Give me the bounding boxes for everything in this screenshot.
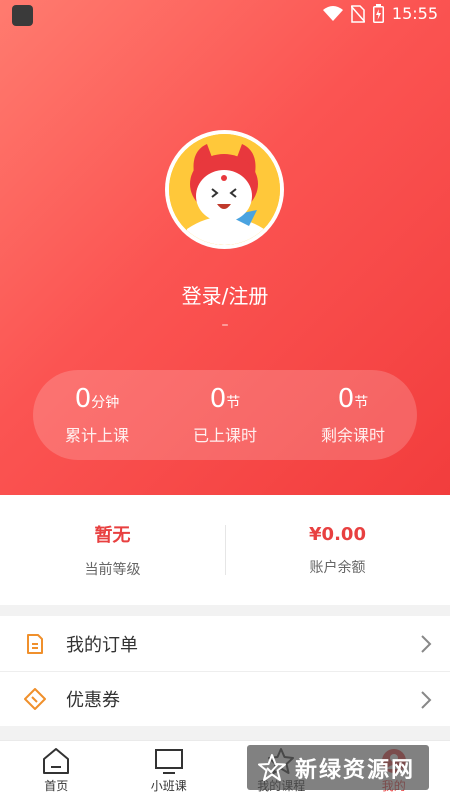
stat-label: 剩余课时 bbox=[320, 426, 385, 445]
stat-remaining-lessons: 0节 剩余课时 bbox=[293, 384, 413, 446]
status-bar: 15:55 bbox=[0, 0, 450, 32]
stat-unit: 节 bbox=[354, 395, 369, 411]
menu-item-orders[interactable]: 我的订单 bbox=[0, 616, 450, 671]
chevron-right-icon bbox=[421, 691, 432, 709]
stat-value: 0 bbox=[74, 384, 92, 414]
watermark-logo-icon bbox=[258, 753, 286, 781]
status-time: 15:55 bbox=[391, 4, 438, 23]
stat-label: 累计上课 bbox=[64, 426, 129, 445]
stat-label: 已上课时 bbox=[192, 426, 257, 445]
menu-item-label: 我的订单 bbox=[66, 634, 138, 656]
balance-value: ¥0.00 bbox=[309, 523, 366, 545]
coupon-icon bbox=[24, 688, 46, 710]
monitor-icon bbox=[154, 749, 183, 774]
tab-label: 首页 bbox=[44, 779, 69, 793]
status-icons: 15:55 bbox=[322, 4, 438, 23]
no-sim-icon bbox=[350, 4, 365, 23]
stat-total-minutes: 0分钟 累计上课 bbox=[37, 384, 157, 446]
profile-header: 15:55 登录/注册 – 0分钟 累计上课 0节 已上课时 0节 剩余课时 bbox=[0, 0, 450, 495]
chevron-right-icon bbox=[421, 635, 432, 653]
level-section[interactable]: 暂无 当前等级 bbox=[0, 521, 225, 579]
tab-home[interactable]: 首页 bbox=[0, 741, 113, 800]
avatar-image bbox=[169, 134, 280, 245]
tab-label: 小班课 bbox=[150, 779, 187, 793]
home-icon bbox=[43, 748, 70, 774]
level-label: 当前等级 bbox=[84, 562, 141, 578]
level-value: 暂无 bbox=[94, 525, 131, 546]
stat-unit: 分钟 bbox=[91, 395, 120, 411]
stat-unit: 节 bbox=[226, 395, 241, 411]
menu-item-label: 优惠券 bbox=[66, 690, 120, 711]
menu-list: 我的订单 优惠券 bbox=[0, 616, 450, 726]
stat-value: 0 bbox=[337, 384, 355, 414]
watermark: 新绿资源网 bbox=[247, 745, 429, 790]
watermark-text: 新绿资源网 bbox=[295, 757, 416, 783]
battery-charging-icon bbox=[372, 4, 384, 23]
profile-subtitle: – bbox=[221, 317, 229, 333]
menu-item-coupons[interactable]: 优惠券 bbox=[0, 671, 450, 726]
balance-section[interactable]: ¥0.00 账户余额 bbox=[225, 524, 450, 577]
wifi-icon bbox=[322, 5, 343, 21]
order-icon bbox=[27, 633, 43, 654]
tab-small-class[interactable]: 小班课 bbox=[113, 741, 226, 800]
account-summary: 暂无 当前等级 ¥0.00 账户余额 bbox=[0, 495, 450, 605]
stats-panel: 0分钟 累计上课 0节 已上课时 0节 剩余课时 bbox=[33, 370, 417, 460]
divider bbox=[225, 525, 226, 575]
balance-label: 账户余额 bbox=[309, 559, 366, 576]
stat-value: 0 bbox=[209, 384, 227, 414]
login-register-link[interactable]: 登录/注册 bbox=[0, 280, 450, 309]
stat-attended-lessons: 0节 已上课时 bbox=[165, 384, 285, 446]
avatar[interactable] bbox=[165, 130, 284, 249]
app-notification-icon bbox=[12, 5, 33, 26]
